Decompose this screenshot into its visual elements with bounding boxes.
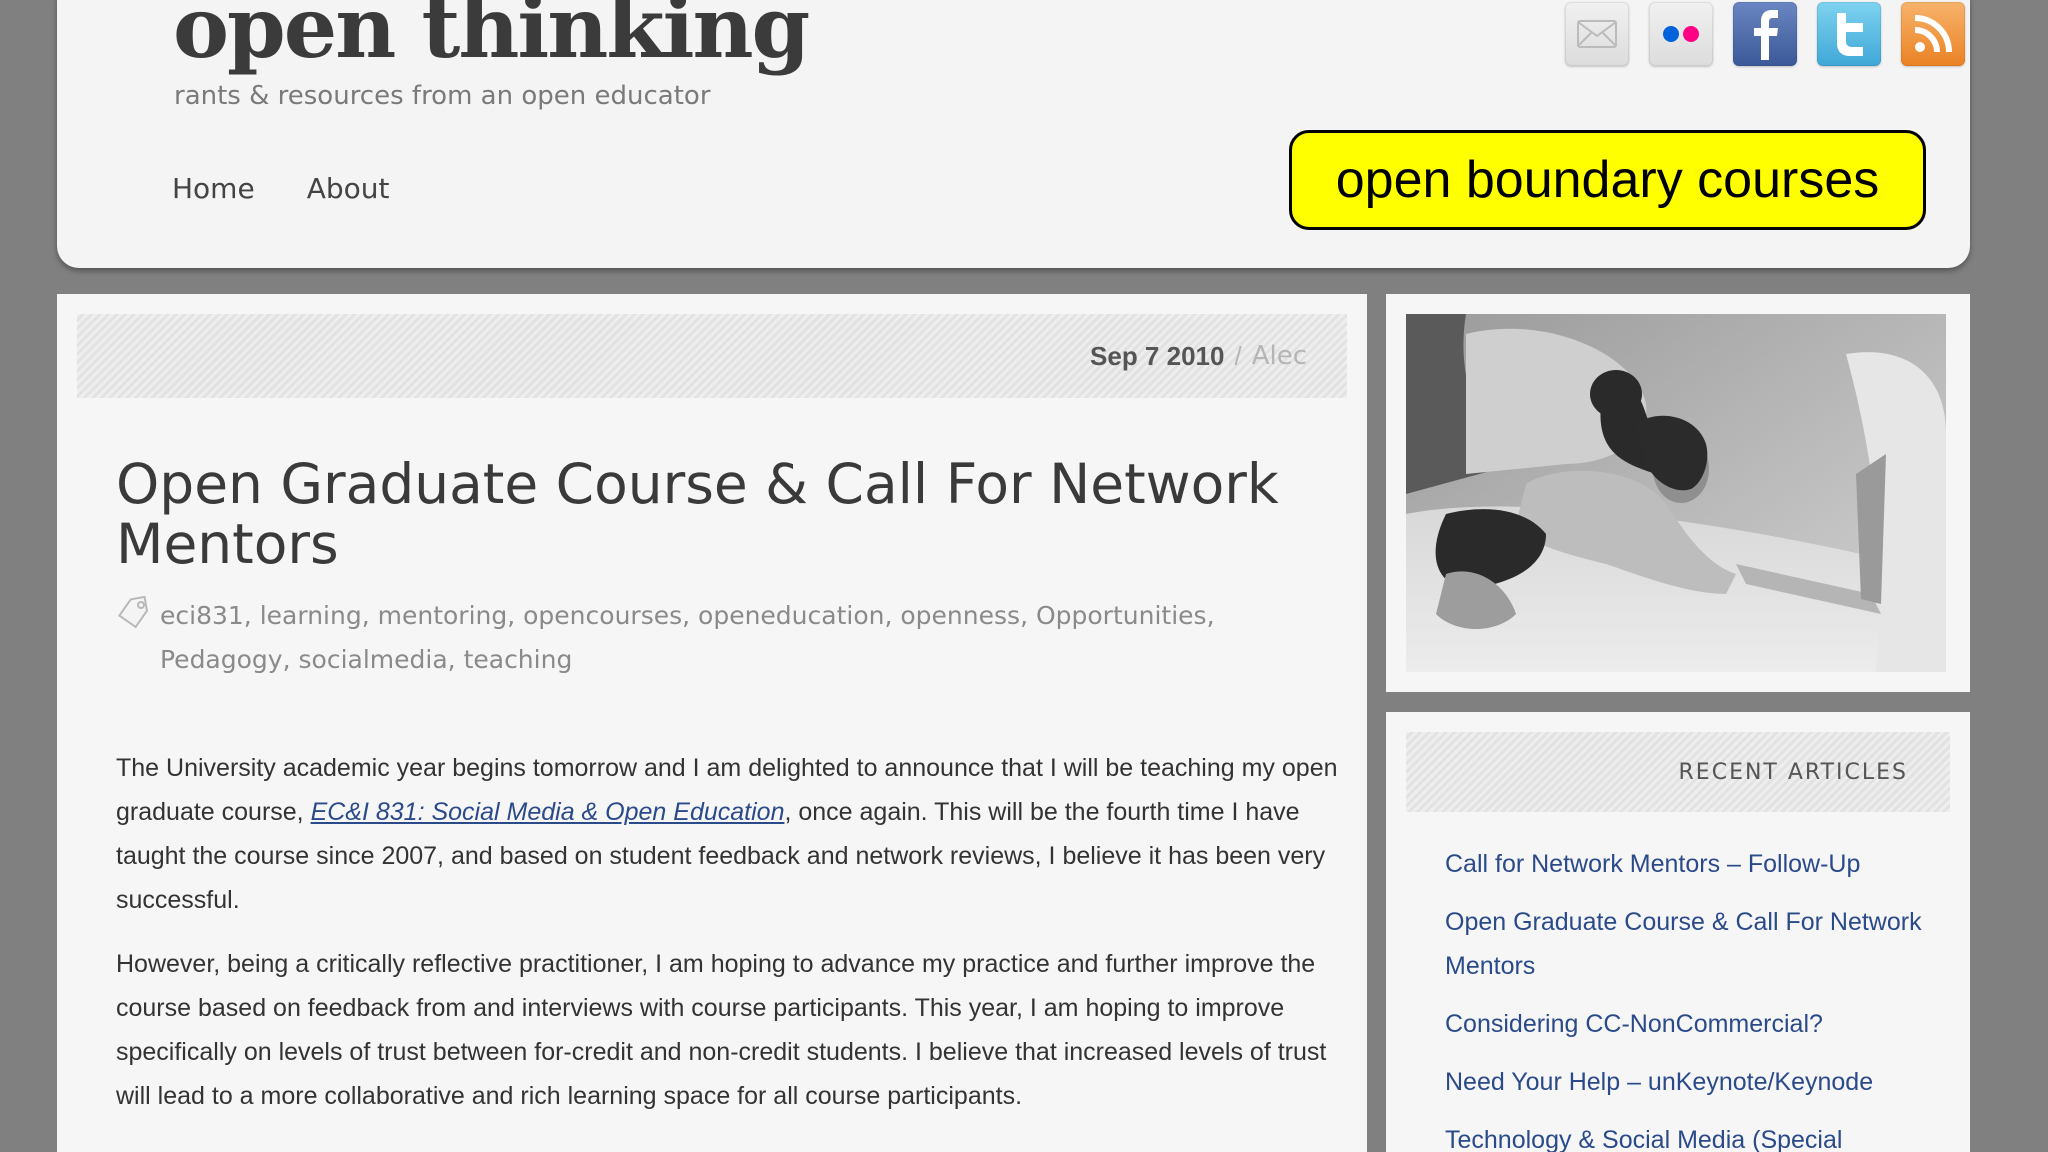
flickr-icon[interactable] <box>1649 2 1713 66</box>
tag-link[interactable]: learning <box>260 601 362 630</box>
mail-icon[interactable] <box>1565 2 1629 66</box>
tag-link[interactable]: eci831 <box>160 601 244 630</box>
post-date: Sep 7 2010 <box>1090 340 1225 371</box>
post-paragraph-1: The University academic year begins tomo… <box>116 746 1366 922</box>
recent-articles-heading: RECENT ARTICLES <box>1406 732 1950 812</box>
course-link[interactable]: EC&I 831: Social Media & Open Education <box>311 798 785 826</box>
post-meta-bar: Sep 7 2010 / Alec <box>77 314 1347 398</box>
post-author[interactable]: Alec <box>1252 341 1307 371</box>
post-title[interactable]: Open Graduate Course & Call For Network … <box>116 454 1316 574</box>
tag-list: eci831, learning, mentoring, opencourses… <box>160 601 1215 674</box>
twitter-icon[interactable] <box>1817 2 1881 66</box>
recent-articles-card: RECENT ARTICLES Call for Network Mentors… <box>1386 712 1970 1152</box>
sidebar-photo-card <box>1386 294 1970 692</box>
nav-item-about[interactable]: About <box>307 172 390 205</box>
recent-article-link[interactable]: Need Your Help – unKeynote/Keynode <box>1445 1060 1945 1104</box>
nav-item-home[interactable]: Home <box>172 172 255 205</box>
recent-article-link[interactable]: Open Graduate Course & Call For Network … <box>1445 900 1945 988</box>
tag-link[interactable]: mentoring <box>378 601 508 630</box>
meta-separator: / <box>1234 340 1242 371</box>
recent-article-link[interactable]: Call for Network Mentors – Follow-Up <box>1445 842 1945 886</box>
tag-link[interactable]: openeducation <box>698 601 884 630</box>
tag-link[interactable]: Opportunities <box>1036 601 1207 630</box>
post-tags: eci831, learning, mentoring, opencourses… <box>116 594 1316 682</box>
post-body: The University academic year begins tomo… <box>116 746 1366 1138</box>
tag-link[interactable]: Pedagogy <box>160 645 283 674</box>
tag-link[interactable]: opencourses <box>523 601 682 630</box>
rss-icon[interactable] <box>1901 2 1965 66</box>
tag-link[interactable]: openness <box>900 601 1020 630</box>
recent-articles-list: Call for Network Mentors – Follow-Up Ope… <box>1445 842 1945 1152</box>
facebook-icon[interactable] <box>1733 2 1797 66</box>
recent-article-link[interactable]: Technology & Social Media (Special <box>1445 1118 1945 1152</box>
child-with-laptop-photo <box>1406 314 1946 672</box>
post-paragraph-2: However, being a critically reflective p… <box>116 950 1327 1110</box>
site-title[interactable]: open thinking <box>173 0 810 76</box>
recent-article-link[interactable]: Considering CC-NonCommercial? <box>1445 1002 1945 1046</box>
tag-link[interactable]: teaching <box>464 645 573 674</box>
site-tagline: rants & resources from an open educator <box>174 81 711 111</box>
tag-icon <box>116 594 160 682</box>
social-icons <box>1565 2 1965 66</box>
main-nav: Home About <box>172 172 389 205</box>
post-card: Sep 7 2010 / Alec Open Graduate Course &… <box>57 294 1367 1152</box>
callout-label: open boundary courses <box>1289 130 1926 230</box>
tag-link[interactable]: socialmedia <box>299 645 448 674</box>
